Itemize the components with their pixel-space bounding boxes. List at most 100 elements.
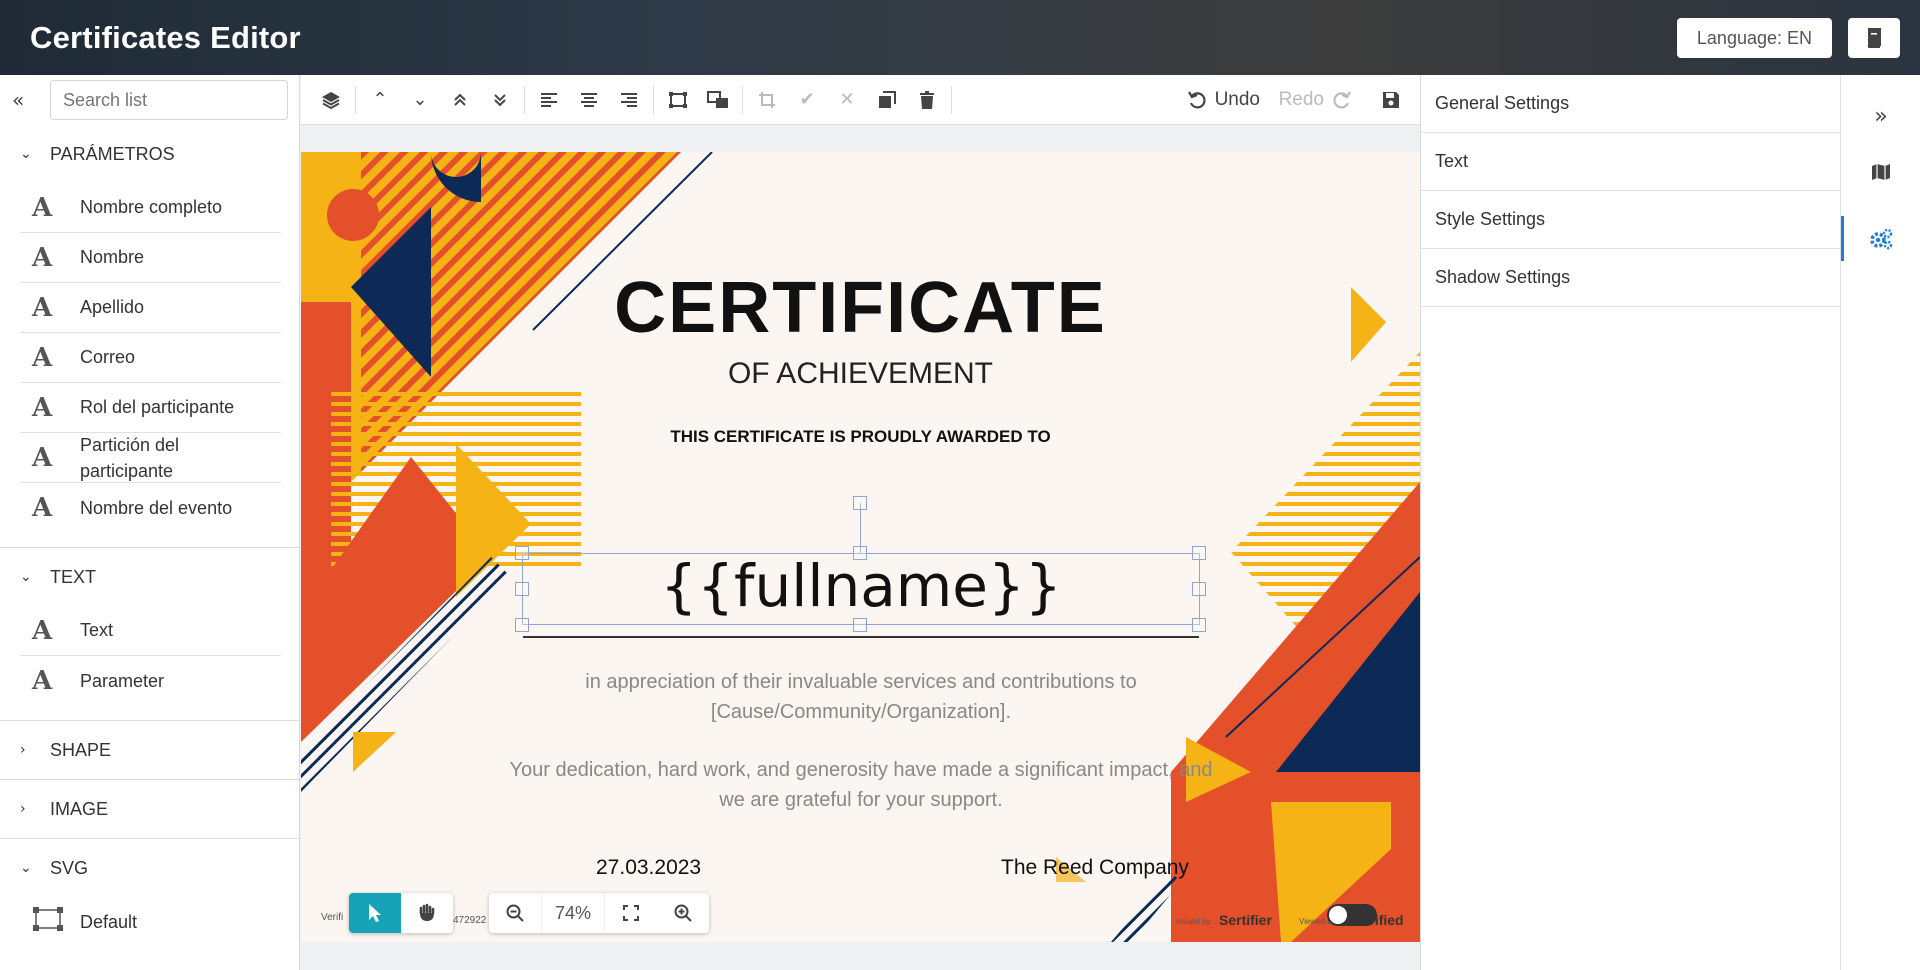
group-icon[interactable] [658, 80, 698, 120]
resize-handle[interactable] [515, 546, 529, 560]
divider [524, 85, 525, 114]
certificate-page[interactable]: CERTIFICATE OF ACHIEVEMENT THIS CERTIFIC… [301, 152, 1420, 942]
pointer-tools [349, 893, 453, 933]
section-svg: ⌄ SVG Default [0, 839, 299, 947]
send-to-back-icon[interactable] [480, 80, 520, 120]
undo-icon [1187, 91, 1206, 109]
align-left-icon[interactable] [529, 80, 569, 120]
section-header-text[interactable]: ⌄ TEXT [0, 548, 299, 606]
collapse-left-panel-icon[interactable]: « [12, 88, 34, 112]
list-item[interactable]: A Rol del participante [20, 383, 281, 433]
list-item[interactable]: A Apellido [20, 283, 281, 333]
cursor-icon [369, 904, 381, 922]
list-item[interactable]: Default [20, 897, 281, 947]
resize-handle[interactable] [1192, 618, 1206, 632]
chevron-double-right-icon: » [1874, 103, 1888, 129]
chevron-down-icon: ⌄ [20, 860, 32, 876]
resize-handle[interactable] [515, 582, 529, 596]
move-down-icon[interactable]: ⌄ [400, 80, 440, 120]
shadow-settings-item[interactable]: Shadow Settings [1421, 249, 1840, 307]
issued-by-label: Issued by: [1176, 917, 1213, 926]
expand-icon [623, 905, 639, 921]
company-name[interactable]: The Reed Company [1001, 856, 1189, 880]
list-item[interactable]: A Text [20, 606, 281, 656]
item-label: Rol del participante [80, 397, 235, 417]
crop-icon[interactable] [747, 80, 787, 120]
bring-to-front-icon[interactable] [440, 80, 480, 120]
resize-handle[interactable] [1192, 546, 1206, 560]
duplicate-icon[interactable] [867, 80, 907, 120]
save-button[interactable] [1374, 83, 1408, 117]
zoom-in-button[interactable] [657, 893, 709, 933]
section-title: PARÁMETROS [50, 143, 175, 164]
ungroup-icon[interactable] [698, 80, 738, 120]
sertifier-logo: Sertifier [1219, 912, 1272, 928]
zoom-controls: 74% [489, 893, 709, 933]
app-title: Certificates Editor [30, 19, 301, 55]
trash-icon[interactable] [907, 80, 947, 120]
text-settings-item[interactable]: Text [1421, 133, 1840, 191]
align-center-icon[interactable] [569, 80, 609, 120]
map-button[interactable] [1841, 149, 1920, 195]
certificate-subtitle[interactable]: OF ACHIEVEMENT [301, 357, 1420, 391]
pan-tool-button[interactable] [401, 893, 453, 933]
appreciation-text[interactable]: in appreciation of their invaluable serv… [501, 667, 1221, 727]
undo-button[interactable]: Undo [1187, 83, 1260, 117]
section-header-image[interactable]: › IMAGE [0, 780, 299, 838]
resize-handle[interactable] [515, 618, 529, 632]
check-icon[interactable]: ✔ [787, 80, 827, 120]
app-header: Certificates Editor Language: EN [0, 0, 1920, 75]
list-item[interactable]: A Nombre completo [20, 183, 281, 233]
list-item[interactable]: A Nombre del evento [20, 483, 281, 533]
selection-box[interactable] [522, 553, 1200, 625]
toggle-switch[interactable] [1327, 904, 1377, 926]
item-label: Parameter [80, 670, 165, 691]
rotate-handle[interactable] [853, 496, 867, 510]
gears-icon [1870, 228, 1893, 250]
close-icon[interactable]: ✕ [827, 80, 867, 120]
editor-canvas[interactable]: CERTIFICATE OF ACHIEVEMENT THIS CERTIFIC… [301, 126, 1420, 970]
align-right-icon[interactable] [609, 80, 649, 120]
general-settings-item[interactable]: General Settings [1421, 75, 1840, 133]
section-header-shape[interactable]: › SHAPE [0, 721, 299, 779]
section-header-parametros[interactable]: ⌄ PARÁMETROS [0, 125, 299, 183]
select-tool-button[interactable] [349, 893, 401, 933]
list-item[interactable]: A Partición del participante [20, 433, 281, 483]
dedication-text[interactable]: Your dedication, hard work, and generosi… [501, 755, 1221, 815]
style-settings-item[interactable]: Style Settings [1421, 191, 1840, 249]
resize-handle[interactable] [853, 546, 867, 560]
chevron-right-icon: › [20, 742, 26, 758]
editor-toolbar: ⌃ ⌄ ✔ ✕ Undo Redo [301, 75, 1420, 125]
settings-button[interactable] [1841, 216, 1920, 262]
list-item[interactable]: A Parameter [20, 656, 281, 706]
settings-panel: General Settings Text Style Settings Sha… [1420, 75, 1840, 970]
section-header-svg[interactable]: ⌄ SVG [0, 839, 299, 897]
text-icon: A [32, 192, 53, 223]
item-label: Default [80, 911, 138, 932]
resize-handle[interactable] [1192, 582, 1206, 596]
layers-icon[interactable] [311, 80, 351, 120]
documentation-button[interactable] [1848, 18, 1900, 58]
fit-screen-button[interactable] [605, 893, 657, 933]
chevron-down-icon: ⌄ [20, 146, 32, 162]
collapse-right-panel-button[interactable]: » [1841, 93, 1920, 139]
book-icon [1867, 28, 1881, 48]
divider [951, 85, 952, 114]
divider [653, 85, 654, 114]
language-button[interactable]: Language: EN [1676, 18, 1832, 58]
move-up-icon[interactable]: ⌃ [360, 80, 400, 120]
certificate-title[interactable]: CERTIFICATE [301, 267, 1420, 349]
awarded-to-text[interactable]: THIS CERTIFICATE IS PROUDLY AWARDED TO [301, 427, 1420, 447]
right-rail: » [1840, 75, 1920, 970]
list-item[interactable]: A Nombre [20, 233, 281, 283]
item-label: Text [80, 620, 114, 640]
zoom-in-icon [674, 904, 692, 922]
search-input[interactable] [50, 80, 288, 120]
vector-shape-icon [20, 906, 80, 939]
zoom-out-button[interactable] [489, 893, 541, 933]
certificate-date[interactable]: 27.03.2023 [596, 856, 701, 880]
resize-handle[interactable] [853, 618, 867, 632]
hand-icon [419, 903, 435, 921]
list-item[interactable]: A Correo [20, 333, 281, 383]
redo-button[interactable]: Redo [1279, 83, 1352, 117]
